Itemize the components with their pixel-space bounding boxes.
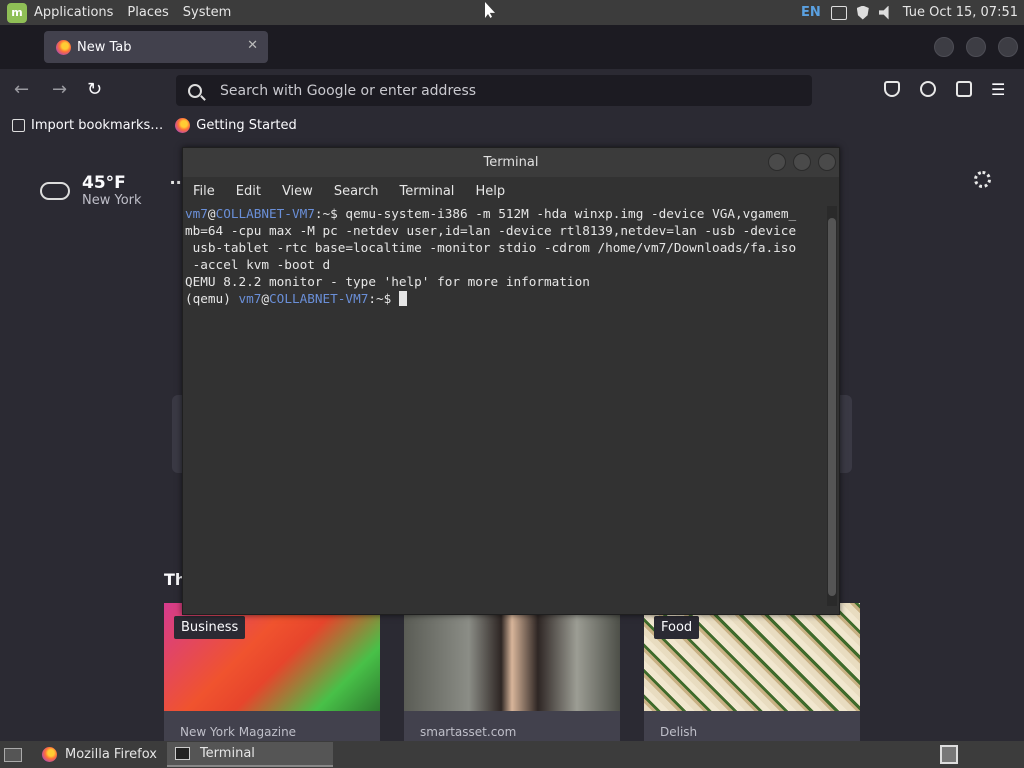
terminal-line: QEMU 8.2.2 monitor - type 'help' for mor… xyxy=(185,274,590,289)
prompt-at: @ xyxy=(207,206,216,221)
terminal-line: usb-tablet -rtc base=localtime -monitor … xyxy=(185,240,797,255)
system-tray: EN Tue Oct 15, 07:51 xyxy=(801,0,1024,25)
browser-tabstrip: New Tab ✕ xyxy=(0,25,1024,69)
bookmark-label: Import bookmarks… xyxy=(31,117,164,133)
terminal-line: vm7@COLLABNET-VM7:~$ qemu-system-i386 -m… xyxy=(185,205,825,222)
terminal-close-button[interactable] xyxy=(818,153,836,171)
address-bar[interactable]: Search with Google or enter address xyxy=(176,75,812,106)
back-button[interactable]: ← xyxy=(14,79,29,100)
terminal-scrollbar[interactable] xyxy=(827,206,837,606)
terminal-output[interactable]: vm7@COLLABNET-VM7:~$ qemu-system-i386 -m… xyxy=(185,205,825,605)
prompt-separator: :~$ xyxy=(314,206,338,221)
story-category: Business xyxy=(174,616,246,639)
bookmark-label: Getting Started xyxy=(196,117,297,133)
weather-options-icon[interactable]: ·· xyxy=(170,173,182,192)
story-card[interactable]: Food Delish xyxy=(644,603,860,741)
story-category: Food xyxy=(654,616,700,639)
bookmarks-toolbar: Import bookmarks… Getting Started xyxy=(0,111,1024,139)
forward-button[interactable]: → xyxy=(52,79,67,100)
system-menu[interactable]: System xyxy=(183,5,231,20)
minimize-window-button[interactable] xyxy=(934,37,954,57)
show-desktop-icon[interactable] xyxy=(4,747,22,762)
terminal-menu-terminal[interactable]: Terminal xyxy=(399,184,454,199)
volume-icon[interactable] xyxy=(878,5,889,20)
network-icon[interactable] xyxy=(830,5,847,20)
cloud-icon xyxy=(40,181,70,200)
app-menu-button[interactable]: ☰ xyxy=(991,80,1005,99)
qemu-prompt: (qemu) xyxy=(185,291,239,306)
story-source: Delish xyxy=(660,725,698,739)
search-icon xyxy=(188,83,202,98)
story-source: smartasset.com xyxy=(420,725,517,739)
prompt-user: vm7 xyxy=(185,206,208,221)
pocket-icon[interactable] xyxy=(884,81,900,97)
story-card[interactable]: Business New York Magazine xyxy=(164,603,380,741)
applications-menu[interactable]: Applications xyxy=(34,5,113,20)
places-menu[interactable]: Places xyxy=(127,5,168,20)
terminal-line: -accel kvm -boot d xyxy=(185,257,331,272)
text-cursor xyxy=(398,291,407,306)
extensions-icon[interactable] xyxy=(956,81,972,97)
account-icon[interactable] xyxy=(920,81,936,97)
command-text: qemu-system-i386 -m 512M -hda winxp.img … xyxy=(337,206,797,221)
close-window-button[interactable] xyxy=(998,37,1018,57)
terminal-minimize-button[interactable] xyxy=(768,153,786,171)
weather-widget[interactable]: 45°F New York ·· xyxy=(40,173,182,208)
search-panel-edge xyxy=(838,395,852,473)
firefox-icon xyxy=(56,39,71,55)
terminal-menu-view[interactable]: View xyxy=(282,184,313,199)
terminal-window[interactable]: Terminal File Edit View Search Terminal … xyxy=(182,147,840,615)
weather-temperature: 45°F xyxy=(82,173,126,193)
terminal-menu-file[interactable]: File xyxy=(193,184,215,199)
top-panel: m Applications Places System EN Tue Oct … xyxy=(0,0,1024,25)
terminal-titlebar[interactable]: Terminal xyxy=(183,148,839,177)
reload-button[interactable]: ↻ xyxy=(87,79,102,100)
terminal-icon xyxy=(174,747,190,760)
settings-gear-icon[interactable] xyxy=(974,171,991,188)
address-bar-placeholder: Search with Google or enter address xyxy=(220,82,477,99)
story-image xyxy=(404,603,620,711)
firefox-icon xyxy=(42,747,57,762)
taskbar-item-terminal[interactable]: Terminal xyxy=(166,742,333,767)
tab-new-tab[interactable]: New Tab ✕ xyxy=(44,31,268,63)
tab-title: New Tab xyxy=(77,39,132,55)
taskbar-item-label: Terminal xyxy=(199,746,255,761)
firefox-icon xyxy=(175,117,191,133)
terminal-title: Terminal xyxy=(483,155,539,170)
browser-navbar: ← → ↻ Search with Google or enter addres… xyxy=(0,69,1024,111)
maximize-window-button[interactable] xyxy=(966,37,986,57)
prompt-user: vm7 xyxy=(238,291,262,306)
taskbar-item-firefox[interactable]: Mozilla Firefox xyxy=(34,742,165,767)
bottom-taskbar: Mozilla Firefox Terminal xyxy=(0,741,1024,768)
taskbar-item-label: Mozilla Firefox xyxy=(65,747,157,762)
bookmark-getting-started[interactable]: Getting Started xyxy=(175,117,297,133)
story-card[interactable]: smartasset.com xyxy=(404,603,620,741)
mint-menu-icon[interactable]: m xyxy=(7,2,27,23)
clock[interactable]: Tue Oct 15, 07:51 xyxy=(903,5,1018,20)
weather-city: New York xyxy=(82,193,142,208)
prompt-separator: :~$ xyxy=(368,291,392,306)
terminal-menu-search[interactable]: Search xyxy=(334,184,379,199)
scrollbar-thumb[interactable] xyxy=(828,218,836,596)
keyboard-layout-indicator[interactable]: EN xyxy=(801,5,821,20)
bookmark-import[interactable]: Import bookmarks… xyxy=(12,118,163,133)
terminal-line: mb=64 -cpu max -M pc -netdev user,id=lan… xyxy=(185,223,797,238)
tab-close-icon[interactable]: ✕ xyxy=(247,38,258,53)
update-shield-icon[interactable] xyxy=(856,5,869,20)
prompt-host: COLLABNET-VM7 xyxy=(215,206,315,221)
terminal-line: (qemu) vm7@COLLABNET-VM7:~$ xyxy=(185,290,825,307)
terminal-menu-help[interactable]: Help xyxy=(475,184,505,199)
terminal-menubar: File Edit View Search Terminal Help xyxy=(183,177,839,205)
import-icon xyxy=(12,118,25,132)
workspace-switcher-icon[interactable] xyxy=(940,745,958,764)
story-source: New York Magazine xyxy=(180,725,297,739)
prompt-host: COLLABNET-VM7 xyxy=(269,291,369,306)
terminal-maximize-button[interactable] xyxy=(793,153,811,171)
terminal-menu-edit[interactable]: Edit xyxy=(236,184,261,199)
prompt-at: @ xyxy=(261,291,270,306)
